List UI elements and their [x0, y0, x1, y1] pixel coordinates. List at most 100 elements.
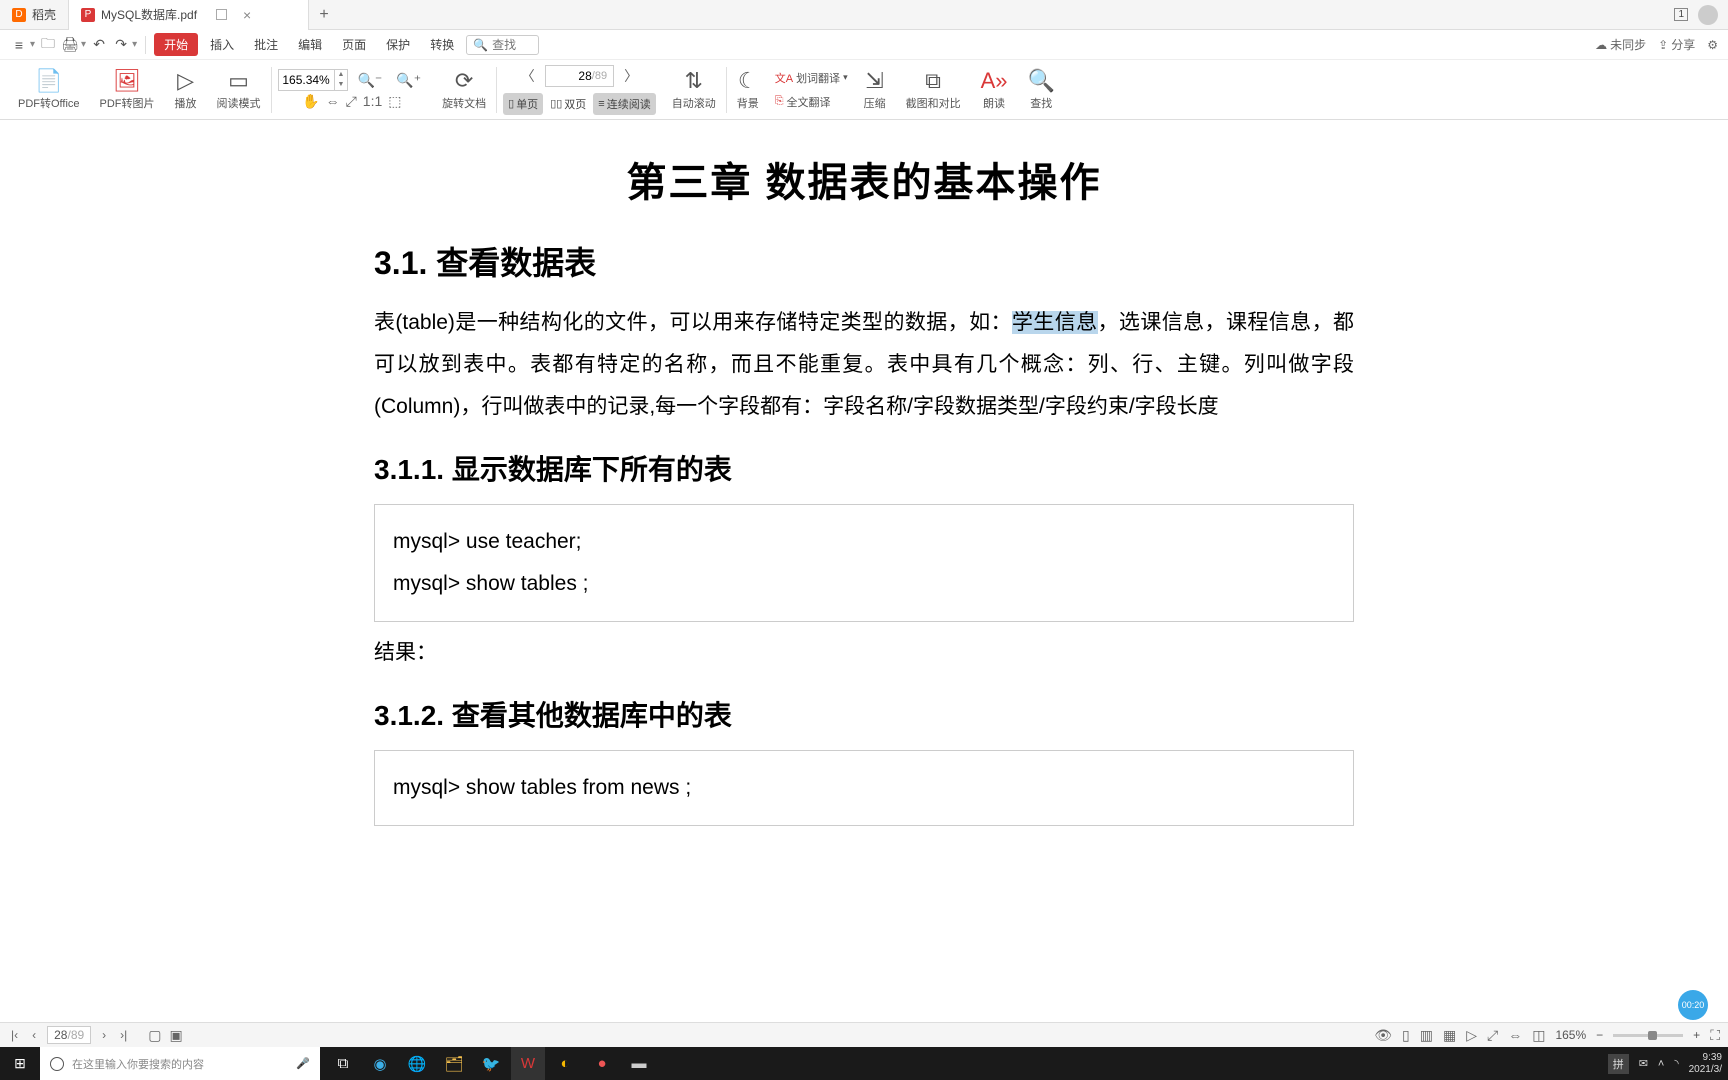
menu-icon[interactable]: ≡ [10, 36, 28, 54]
menu-insert[interactable]: 插入 [202, 36, 242, 53]
next-page-icon[interactable]: 〉 [620, 66, 642, 86]
zoom-slider[interactable] [1613, 1034, 1683, 1037]
outline-icon[interactable]: ▣ [170, 1027, 183, 1044]
status-page-box[interactable]: 28/89 [47, 1026, 91, 1044]
double-page-button[interactable]: ▯▯双页 [545, 93, 591, 115]
fit-page-icon[interactable]: ⤢ [346, 93, 357, 110]
select-icon[interactable]: ⬚ [388, 93, 401, 110]
eye-icon[interactable]: 👁 [1374, 1027, 1392, 1044]
file-tab[interactable]: P MySQL数据库.pdf × [69, 0, 309, 30]
explorer-icon[interactable]: 🗂 [437, 1047, 471, 1080]
book-icon: ▭ [228, 69, 249, 93]
fit1-icon[interactable]: ⤢ [1487, 1027, 1498, 1044]
terminal-icon[interactable]: ▬ [622, 1047, 656, 1080]
document-viewport[interactable]: 第三章 数据表的基本操作 3.1. 查看数据表 表(table)是一种结构化的文… [0, 120, 1728, 1047]
view1-icon[interactable]: ▯ [1402, 1027, 1410, 1044]
speaker-icon: A» [981, 69, 1008, 93]
zoom-minus-icon[interactable]: − [1596, 1028, 1603, 1042]
fullscreen-icon[interactable]: ⛶ [1710, 1027, 1720, 1044]
recording-timer[interactable]: 00:20 [1678, 990, 1708, 1020]
ime-indicator[interactable]: 拼 [1608, 1054, 1629, 1074]
save-icon[interactable]: 🖨 [61, 36, 79, 54]
pdf-to-office-button[interactable]: 📄 PDF转Office [8, 60, 90, 119]
menu-edit[interactable]: 编辑 [290, 36, 330, 53]
actual-size-icon[interactable]: 1:1 [363, 93, 382, 110]
share-button[interactable]: ⇪分享 [1658, 36, 1695, 53]
tray-chevron-icon[interactable]: ˄ [1658, 1058, 1664, 1070]
tray-wifi-icon[interactable]: ◝ [1674, 1057, 1678, 1070]
app-tab[interactable]: D 稻壳 [0, 0, 69, 30]
full-translate-button[interactable]: ⎘全文翻译 [775, 94, 831, 110]
redo-icon[interactable]: ↷ [112, 36, 130, 54]
tray-mail-icon[interactable]: ✉ [1639, 1057, 1648, 1070]
menu-page[interactable]: 页面 [334, 36, 374, 53]
rotate-icon: ⟳ [455, 69, 473, 93]
window-number[interactable]: 1 [1674, 8, 1688, 21]
next-page-icon[interactable]: › [99, 1028, 109, 1042]
app-red-icon[interactable]: ● [585, 1047, 619, 1080]
windows-search[interactable]: 在这里输入你要搜索的内容 🎤 [40, 1047, 320, 1080]
find-button[interactable]: 🔍 查找 [1018, 60, 1065, 119]
read-mode-button[interactable]: ▭ 阅读模式 [207, 60, 271, 119]
task-view-icon[interactable]: ⧉ [326, 1047, 360, 1080]
zoom-input[interactable] [279, 73, 334, 87]
prev-page-icon[interactable]: 〈 [517, 66, 539, 86]
fit-width-icon[interactable]: ⇔ [326, 93, 340, 110]
search-input[interactable] [492, 38, 532, 52]
gear-icon[interactable]: ⚙ [1707, 38, 1718, 52]
continuous-button[interactable]: ≡连续阅读 [593, 93, 655, 115]
single-page-button[interactable]: ▯单页 [503, 93, 543, 115]
hand-icon[interactable]: ✋ [302, 93, 319, 110]
prev-page-icon[interactable]: ‹ [29, 1028, 39, 1042]
tray-clock[interactable]: 9:39 2021/3/ [1689, 1052, 1722, 1076]
bookmark-icon[interactable]: ▢ [148, 1027, 161, 1044]
zoom-input-box[interactable]: ▲▼ [278, 69, 349, 91]
open-icon[interactable]: 🗀 [39, 36, 57, 54]
view4-icon[interactable]: ▷ [1466, 1027, 1477, 1044]
new-tab-button[interactable]: + [309, 6, 339, 24]
page-input[interactable] [552, 69, 592, 83]
chrome-icon[interactable]: 🌐 [400, 1047, 434, 1080]
close-icon[interactable]: × [243, 7, 251, 23]
status-zoom[interactable]: 165% [1555, 1028, 1586, 1042]
view2-icon[interactable]: ▥ [1420, 1027, 1433, 1044]
edge-icon[interactable]: ◉ [363, 1047, 397, 1080]
wps-icon[interactable]: W [511, 1047, 545, 1080]
last-page-icon[interactable]: ›| [117, 1028, 130, 1042]
menu-protect[interactable]: 保护 [378, 36, 418, 53]
screenshot-button[interactable]: ⧉ 截图和对比 [896, 60, 971, 119]
first-page-icon[interactable]: |‹ [8, 1028, 21, 1042]
rotate-button[interactable]: ⟳ 旋转文档 [432, 60, 496, 119]
tabs-bar: D 稻壳 P MySQL数据库.pdf × + 1 [0, 0, 1728, 30]
bg-button[interactable]: ☾ 背景 [727, 60, 769, 119]
mic-icon[interactable]: 🎤 [296, 1057, 310, 1070]
zoom-up-icon[interactable]: ▲ [335, 70, 348, 80]
app-bird-icon[interactable]: 🐦 [474, 1047, 508, 1080]
avatar[interactable] [1698, 5, 1718, 25]
fit2-icon[interactable]: ⇔ [1508, 1027, 1522, 1043]
code-block: mysql> show tables from news ; [374, 750, 1354, 826]
tab-restore-icon[interactable] [216, 9, 227, 20]
app-yellow-icon[interactable]: ◐ [548, 1047, 582, 1080]
zoom-plus-icon[interactable]: + [1693, 1028, 1700, 1042]
auto-scroll-button[interactable]: ⇅ 自动滚动 [662, 60, 726, 119]
view3-icon[interactable]: ▦ [1443, 1027, 1456, 1044]
menu-convert[interactable]: 转换 [422, 36, 462, 53]
search-box[interactable]: 🔍 [466, 35, 539, 55]
zoom-in-icon[interactable]: 🔍⁺ [391, 72, 426, 89]
start-button[interactable]: ⊞ [0, 1055, 40, 1072]
fit3-icon[interactable]: ◫ [1532, 1027, 1545, 1044]
zoom-out-icon[interactable]: 🔍⁻ [352, 72, 387, 89]
start-tab[interactable]: 开始 [154, 33, 198, 56]
zoom-down-icon[interactable]: ▼ [335, 80, 348, 90]
undo-icon[interactable]: ↶ [90, 36, 108, 54]
play-button[interactable]: ▷ 播放 [165, 60, 207, 119]
read-aloud-button[interactable]: A» 朗读 [971, 60, 1018, 119]
menu-annotate[interactable]: 批注 [246, 36, 286, 53]
pdf-office-label: PDF转Office [18, 95, 80, 111]
compress-button[interactable]: ⇲ 压缩 [854, 60, 896, 119]
page-input-box[interactable]: /89 [545, 65, 614, 87]
sync-status[interactable]: ☁未同步 [1595, 36, 1646, 53]
word-translate-button[interactable]: 文A划词翻译▾ [775, 70, 848, 86]
pdf-to-image-button[interactable]: 🖼 PDF转图片 [90, 60, 165, 119]
